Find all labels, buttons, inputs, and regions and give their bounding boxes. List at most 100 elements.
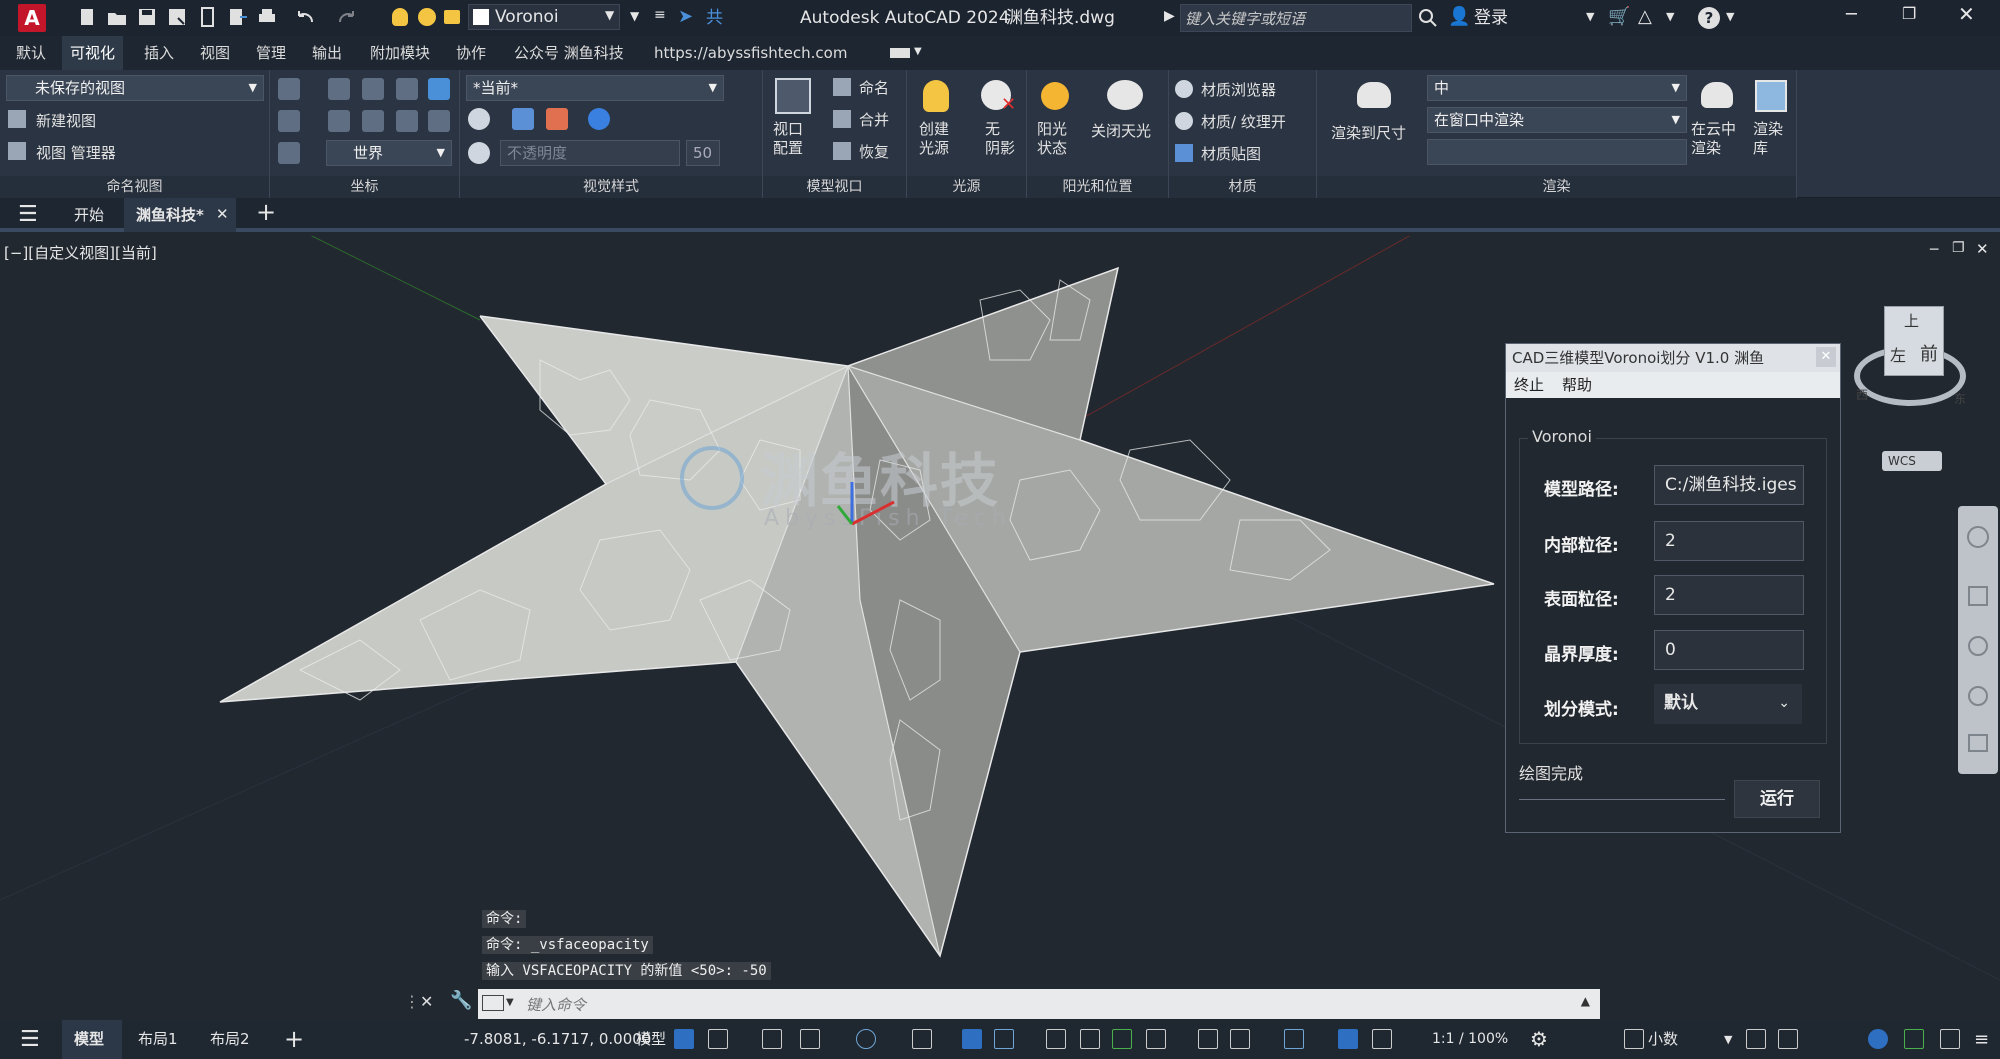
menu-help[interactable]: 帮助 <box>1562 372 1592 398</box>
tab-manage[interactable]: 管理 <box>248 36 294 70</box>
menu-stop[interactable]: 终止 <box>1514 372 1544 398</box>
osnap-tracking-icon[interactable] <box>962 1029 982 1049</box>
tab-model[interactable]: 模型 <box>62 1020 122 1059</box>
named-view-select[interactable]: 未保存的视图 ▼ <box>6 75 264 101</box>
tab-collaborate[interactable]: 协作 <box>448 36 494 70</box>
isolate-objects-icon[interactable] <box>1868 1029 1888 1049</box>
ucs-x-icon[interactable] <box>328 110 350 132</box>
clean-screen-icon[interactable] <box>1940 1029 1960 1049</box>
save-icon[interactable] <box>136 6 160 30</box>
chevron-down-icon[interactable]: ▼ <box>1586 10 1594 23</box>
auto-scale-icon[interactable] <box>1372 1029 1392 1049</box>
ortho-icon[interactable] <box>800 1029 820 1049</box>
lightbulb-icon[interactable] <box>392 8 408 26</box>
new-view-button[interactable]: 新建视图 <box>8 108 208 134</box>
ucs-select[interactable]: 世界 ▼ <box>326 140 452 166</box>
render-quality-select[interactable]: 中 ▼ <box>1427 75 1687 101</box>
tab-view[interactable]: 视图 <box>192 36 238 70</box>
cart-icon[interactable]: 🛒 <box>1608 6 1630 27</box>
ucs-3point-icon[interactable] <box>428 110 450 132</box>
sun-status-button[interactable]: 阳光 状态 <box>1033 76 1077 172</box>
grid-icon[interactable] <box>674 1029 694 1049</box>
app-menu-icon[interactable]: ☰ <box>18 202 38 227</box>
restore-button[interactable]: 恢复 <box>833 140 903 164</box>
close-icon[interactable]: ✕ <box>1958 2 1975 26</box>
web-mobile-icon[interactable] <box>196 6 220 30</box>
dialog-title-bar[interactable]: CAD三维模型Voronoi划分 V1.0 渊鱼 ✕ <box>1506 344 1840 372</box>
mesh-mode-select[interactable]: 默认 ⌄ <box>1654 684 1802 724</box>
search-input[interactable]: 键入关键字或短语 <box>1180 4 1412 32</box>
search-icon[interactable] <box>1418 8 1438 28</box>
login-button[interactable]: 👤 登录 <box>1448 0 1548 36</box>
annotation-scale[interactable]: 1:1 / 100% <box>1432 1020 1508 1059</box>
customize-icon[interactable]: 🔧 <box>450 990 472 1011</box>
ucs-icon[interactable] <box>278 78 300 100</box>
model-space-button[interactable]: 模型 <box>636 1020 666 1059</box>
render-cloud-button[interactable]: 在云中 渲染 <box>1691 76 1745 172</box>
render-preset-input[interactable] <box>1427 139 1687 165</box>
lock-icon[interactable] <box>444 10 460 24</box>
chevron-down-icon[interactable]: ▼ <box>1726 10 1734 23</box>
undo-icon[interactable] <box>294 6 318 30</box>
opacity-value[interactable]: 50 <box>686 140 720 166</box>
isodraft-icon[interactable] <box>912 1029 932 1049</box>
lock-ui-icon[interactable] <box>1778 1029 1798 1049</box>
name-button[interactable]: 命名 <box>833 76 903 100</box>
command-input-bar[interactable]: ▼ 键入命令 ▲ <box>478 989 1600 1019</box>
model-path-input[interactable]: C:/渊鱼科技.iges <box>1654 465 1804 505</box>
chevron-down-icon[interactable]: ▼ <box>1666 10 1674 23</box>
color-icon[interactable] <box>546 108 568 130</box>
sphere-icon[interactable] <box>588 108 610 130</box>
save-as-icon[interactable] <box>166 6 190 30</box>
gear-icon[interactable]: ⚙ <box>1530 1020 1548 1059</box>
create-light-button[interactable]: 创建 光源 <box>913 76 963 172</box>
tab-default[interactable]: 默认 <box>8 36 54 70</box>
dynamic-ucs-icon[interactable] <box>1198 1029 1218 1049</box>
zoom-icon[interactable] <box>1968 636 1988 656</box>
infer-icon[interactable] <box>762 1029 782 1049</box>
chevron-down-icon[interactable]: ▼ <box>914 46 922 57</box>
view-manager-button[interactable]: 视图 管理器 <box>8 140 208 166</box>
overflow-icon[interactable]: ≡ <box>654 7 666 23</box>
gizmo-icon[interactable] <box>1284 1029 1304 1049</box>
polar-icon[interactable] <box>856 1029 876 1049</box>
ucs-named-icon[interactable] <box>278 142 300 164</box>
wcs-button[interactable]: WCS <box>1882 451 1942 471</box>
tab-visualize[interactable]: 可视化 <box>62 36 124 70</box>
tab-layout2[interactable]: 布局2 <box>210 1020 250 1059</box>
maximize-icon[interactable]: ❐ <box>1902 4 1916 23</box>
surface-grain-input[interactable]: 2 <box>1654 575 1804 615</box>
ucs-z-icon[interactable] <box>428 78 450 100</box>
autocad-logo[interactable]: A <box>18 4 46 32</box>
ucs-previous-icon[interactable] <box>278 110 300 132</box>
boundary-thickness-input[interactable]: 0 <box>1654 630 1804 670</box>
ucs-view-icon[interactable] <box>396 78 418 100</box>
chevron-down-icon[interactable]: ▼ <box>506 997 514 1008</box>
tab-active-file[interactable]: 渊鱼科技* ✕ <box>124 198 236 232</box>
opacity-icon[interactable] <box>468 142 490 164</box>
chevron-up-icon[interactable]: ▲ <box>1581 994 1590 1008</box>
share-drawing-icon[interactable] <box>226 6 250 30</box>
selection-filter-icon[interactable] <box>1230 1029 1250 1049</box>
tab-start[interactable]: 开始 <box>62 198 116 232</box>
command-prompt-icon[interactable] <box>482 995 504 1011</box>
quick-properties-icon[interactable] <box>1746 1029 1766 1049</box>
customization-icon[interactable]: ≡ <box>1974 1020 1989 1059</box>
orbit-icon[interactable] <box>1968 686 1988 706</box>
add-layout-icon[interactable]: + <box>284 1020 304 1059</box>
new-tab-icon[interactable]: + <box>256 198 276 226</box>
visual-style-select[interactable]: *当前* ▼ <box>466 75 724 101</box>
chevron-right-icon[interactable]: ▶ <box>1164 8 1175 24</box>
join-button[interactable]: 合并 <box>833 108 903 132</box>
edge-style-icon[interactable] <box>468 108 490 130</box>
ucs-zrot-icon[interactable] <box>396 110 418 132</box>
shading-icon[interactable] <box>512 108 534 130</box>
tab-output[interactable]: 输出 <box>304 36 350 70</box>
material-browser-button[interactable]: 材质浏览器 <box>1175 78 1315 102</box>
panel-toggle-icon[interactable] <box>890 48 910 58</box>
close-tab-icon[interactable]: ✕ <box>216 205 229 223</box>
redo-icon[interactable] <box>336 6 360 30</box>
open-folder-icon[interactable] <box>106 6 130 30</box>
lineweight-icon[interactable] <box>1046 1029 1066 1049</box>
print-icon[interactable] <box>256 6 280 30</box>
